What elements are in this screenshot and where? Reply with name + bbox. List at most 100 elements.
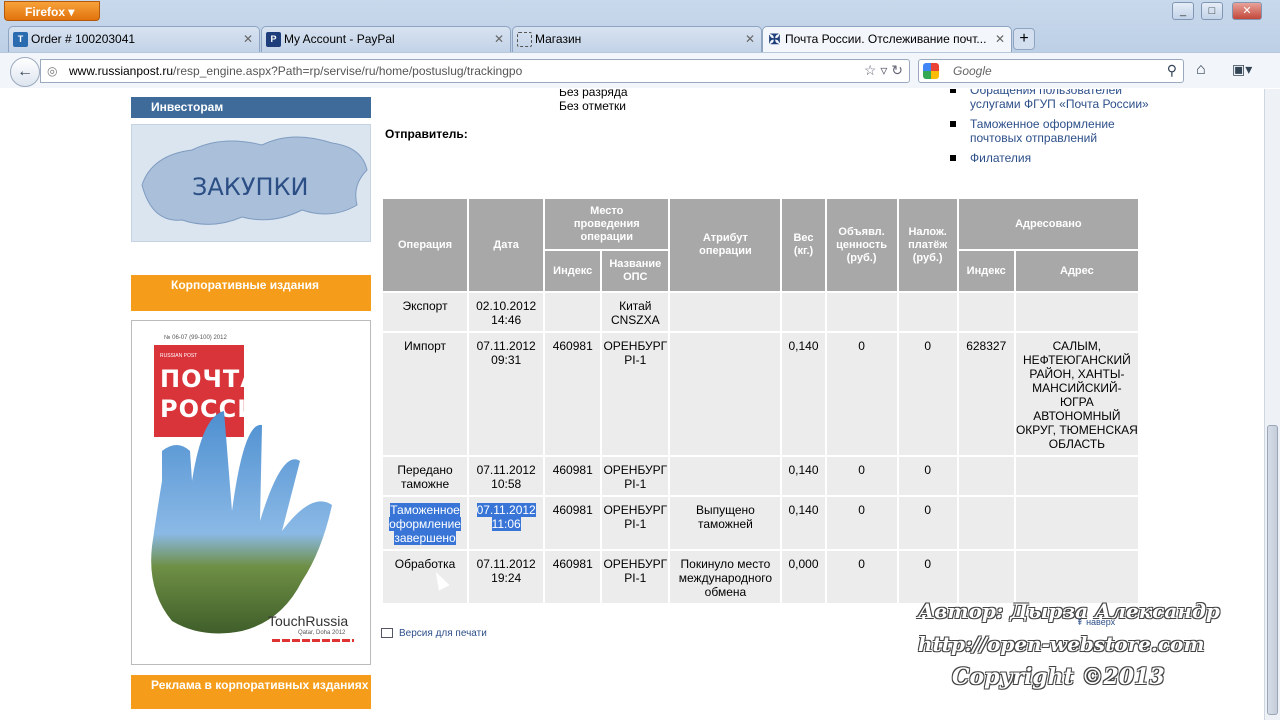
new-tab-button[interactable]: + [1013,28,1035,50]
printer-icon [381,628,393,639]
url-domain: www.russianpost.ru [69,64,174,78]
cell-weight [782,293,825,331]
search-input[interactable]: Google ⚲ [918,59,1184,83]
close-tab-icon[interactable]: ✕ [494,32,504,46]
col-operation: Операция [383,199,468,291]
cell-declared: 0 [826,551,897,603]
cell-index: 460981 [545,333,601,455]
reload-icon[interactable]: ↻ [891,62,903,78]
tab-russian-post[interactable]: ✠ Почта России. Отслеживание почт... ✕ [762,26,1012,53]
close-tab-icon[interactable]: ✕ [243,32,253,46]
col-weight: Вес (кг.) [782,199,825,291]
col-place-name: Название ОПС [602,251,669,291]
cell-weight: 0,000 [782,551,825,603]
tab-shop[interactable]: Магазин ✕ [512,26,762,52]
cell-declared [826,293,897,331]
tab-order[interactable]: T Order # 100203041 ✕ [8,26,260,52]
print-version-link[interactable]: Версия для печати [381,628,487,639]
watermark-site: http://open-webstore.com [918,632,1205,656]
cell-declared: 0 [826,497,897,549]
url-path: /resp_engine.aspx?Path=rp/servise/ru/hom… [173,64,523,78]
cell-index [545,293,601,331]
cell-operation: Экспорт [383,293,468,331]
cell-attribute [670,333,781,455]
col-attribute: Атрибут операции [670,199,781,291]
cell-attribute: Покинуло место международного обмена [670,551,781,603]
cell-addr-index: 628327 [958,333,1014,455]
zakupki-banner[interactable]: ЗАКУПКИ [131,124,371,242]
cell-cod: 0 [898,333,957,455]
col-declared: Объявл. ценность (руб.) [826,199,897,291]
close-tab-icon[interactable]: ✕ [745,32,755,46]
firefox-menu-button[interactable]: Firefox ▾ [4,1,100,21]
col-place: Место проведения операции [545,199,669,249]
sidebar-corporate[interactable]: Корпоративные издания [131,275,371,311]
minimize-button[interactable]: _ [1172,2,1194,20]
dropdown-icon[interactable]: ▿ [880,62,887,78]
table-row: Импорт 07.11.2012 09:31 460981 ОРЕНБУРГ … [383,333,1138,455]
tab-title: Почта России. Отслеживание почт... [785,32,987,46]
cell-address [1015,457,1138,495]
url-actions: ☆ ▿ ↻ [864,62,903,79]
col-date: Дата [469,199,544,291]
table-row: Передано таможне 07.11.2012 10:58 460981… [383,457,1138,495]
bookmarks-menu-icon[interactable]: ▣▾ [1232,61,1260,81]
blank-page-icon [517,32,532,47]
cell-addr-index [958,293,1014,331]
vertical-scrollbar[interactable] [1264,89,1280,720]
cell-ops: ОРЕНБУРГ PI-1 [602,551,669,603]
close-tab-icon[interactable]: ✕ [995,32,1005,46]
cell-attribute [670,457,781,495]
watermark-author: Автор: Дырза Александр [918,599,1220,623]
cell-date: 02.10.2012 14:46 [469,293,544,331]
url-bar[interactable]: ◎ www.russianpost.ru/resp_engine.aspx?Pa… [40,59,910,83]
cell-date: 07.11.2012 11:06 [469,497,544,549]
cell-declared: 0 [826,333,897,455]
sidebar-ads[interactable]: Реклама в корпоративных изданиях [131,675,371,709]
cell-declared: 0 [826,457,897,495]
table-row: Экспорт 02.10.2012 14:46 Китай CNSZXA [383,293,1138,331]
cell-cod: 0 [898,497,957,549]
search-icon[interactable]: ⚲ [1167,62,1177,79]
bookmark-star-icon[interactable]: ☆ [864,62,877,78]
google-icon[interactable] [923,63,939,79]
sidebar-investors[interactable]: Инвесторам [131,96,371,118]
link-philately[interactable]: Филателия [950,151,1150,165]
video-watermark: Автор: Дырза Александр http://open-webst… [918,595,1220,694]
scrollbar-thumb[interactable] [1267,425,1278,715]
site-identity-icon[interactable]: ◎ [47,64,57,78]
cell-index: 460981 [545,497,601,549]
magazine-touchrussia: TouchRussia [268,613,349,629]
meta-line: Без отметки [559,99,627,113]
cell-addr-index [958,457,1014,495]
cell-address: САЛЫМ, НЕФТЕЮГАНСКИЙ РАЙОН, ХАНТЫ-МАНСИЙ… [1015,333,1138,455]
zakupki-label: ЗАКУПКИ [192,173,309,201]
col-addr-address: Адрес [1015,251,1138,291]
home-icon[interactable]: ⌂ [1196,61,1206,79]
tab-paypal[interactable]: P My Account - PayPal ✕ [261,26,511,52]
magazine-cover[interactable]: № 06-07 (99-100) 2012 RUSSIAN POST ПОЧТА… [131,320,371,665]
selected-text: Таможенное оформление завершено [389,503,461,545]
tracking-table: Операция Дата Место проведения операции … [381,197,1140,605]
firefox-menu-label: Firefox [25,5,66,19]
cell-ops: Китай CNSZXA [602,293,669,331]
maximize-button[interactable]: □ [1201,2,1223,20]
search-placeholder: Google [953,64,992,78]
tab-title: Order # 100203041 [31,32,136,46]
close-window-button[interactable]: ✕ [1232,2,1262,20]
cell-address [1015,293,1138,331]
cell-addr-index [958,497,1014,549]
right-links: Обращения пользователей услугами ФГУП «П… [950,89,1150,171]
table-row: Таможенное оформление завершено 07.11.20… [383,497,1138,549]
cell-date: 07.11.2012 09:31 [469,333,544,455]
cell-index: 460981 [545,457,601,495]
cell-attribute [670,293,781,331]
cell-date: 07.11.2012 19:24 [469,551,544,603]
cell-attribute: Выпущено таможней [670,497,781,549]
back-button[interactable]: ← [10,57,40,87]
link-user-appeals[interactable]: Обращения пользователей услугами ФГУП «П… [950,89,1150,111]
link-customs[interactable]: Таможенное оформление почтовых отправлен… [950,117,1150,145]
cell-date: 07.11.2012 10:58 [469,457,544,495]
sender-label: Отправитель: [385,127,468,141]
cell-weight: 0,140 [782,497,825,549]
